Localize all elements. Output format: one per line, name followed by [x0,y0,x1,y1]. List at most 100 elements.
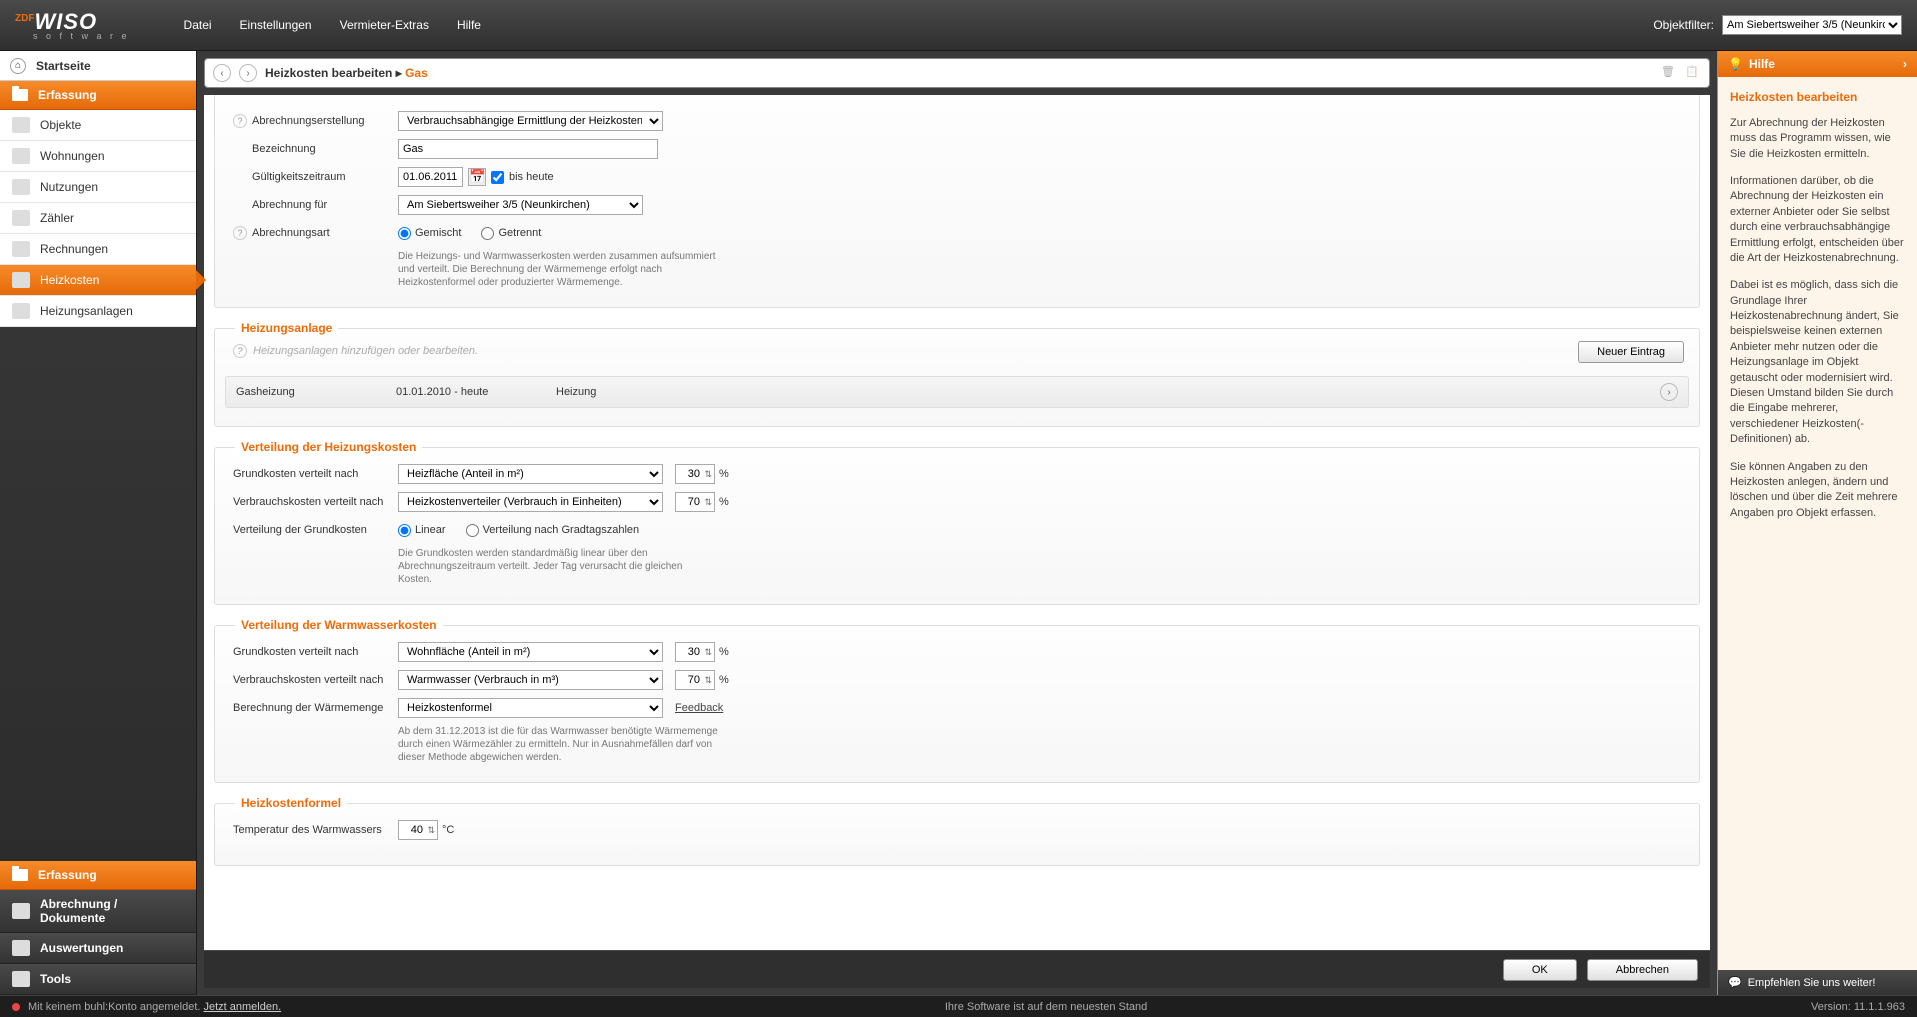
nav-forward-button[interactable]: › [239,64,257,82]
objekt-filter: Objektfilter: Am Siebertsweiher 3/5 (Neu… [1653,15,1902,35]
entry-date: 01.01.2010 - heute [396,386,556,398]
spinner-verbrauch-heiz-pct[interactable] [675,492,715,512]
help-text-warmwasser: Ab dem 31.12.2013 ist die für das Warmwa… [398,725,718,764]
breadcrumb-bar: ‹ › Heizkosten bearbeiten ▸ Gas 🗑 📋 [204,58,1710,88]
entry-arrow-icon[interactable]: › [1660,383,1678,401]
ok-button[interactable]: OK [1503,959,1577,981]
folder-icon [12,869,28,881]
sidebar-item-wohnungen[interactable]: Wohnungen [0,141,196,172]
radio-gradtag[interactable] [466,524,479,537]
menu-vermieter[interactable]: Vermieter-Extras [326,10,443,40]
radio-label-gradtag: Verteilung nach Gradtagszahlen [483,524,640,536]
help-icon[interactable]: ? [233,226,247,240]
select-verbrauch-ww[interactable]: Warmwasser (Verbrauch in m³) [398,670,663,690]
breadcrumb-sep: ▸ [396,66,405,80]
home-icon: ⌂ [10,58,26,74]
menu-einstellungen[interactable]: Einstellungen [226,10,326,40]
sidebar-item-label: Heizkosten [40,273,99,287]
sidebar-item-label: Wohnungen [40,149,105,163]
sidebar-item-rechnungen[interactable]: Rechnungen [0,234,196,265]
delete-icon[interactable]: 🗑 [1661,65,1677,81]
select-abrechnungserstellung[interactable]: Verbrauchsabhängige Ermittlung der Heizk… [398,111,663,131]
label-verbrauch: Verbrauchskosten verteilt nach [233,496,383,508]
sidebar-item-zaehler[interactable]: Zähler [0,203,196,234]
recommend-bar[interactable]: 💬 Empfehlen Sie uns weiter! [1718,970,1917,995]
status-dot-icon [12,1003,20,1011]
sidebar-item-label: Heizungsanlagen [40,304,133,318]
cancel-button[interactable]: Abbrechen [1587,959,1698,981]
sidebar-bottom-abrechnung[interactable]: Abrechnung / Dokumente [0,890,196,933]
sidebar-item-label: Zähler [40,211,74,225]
help-text-heizkosten: Die Grundkosten werden standardmäßig lin… [398,547,718,586]
menu-hilfe[interactable]: Hilfe [443,10,495,40]
label-verbrauch-ww: Verbrauchskosten verteilt nach [233,674,383,686]
spinner-grund-heiz-pct[interactable] [675,464,715,484]
folder-icon [12,89,28,101]
sidebar-item-nutzungen[interactable]: Nutzungen [0,172,196,203]
radio-getrennt[interactable] [481,227,494,240]
help-panel-header[interactable]: 💡 Hilfe › [1718,51,1917,77]
left-sidebar: ⌂ Startseite Erfassung Objekte Wohnungen… [0,51,197,995]
select-verbrauch-heiz[interactable]: Heizkostenverteiler (Verbrauch in Einhei… [398,492,663,512]
select-berechnung[interactable]: Heizkostenformel [398,698,663,718]
sidebar-bottom-auswertungen[interactable]: Auswertungen [0,933,196,964]
help-icon[interactable]: ? [233,114,247,128]
menu-bar: Datei Einstellungen Vermieter-Extras Hil… [170,10,495,40]
spinner-grund-ww-pct[interactable] [675,642,715,662]
spinner-verbrauch-ww-pct[interactable] [675,670,715,690]
content-area[interactable]: ?Abrechnungserstellung Verbrauchsabhängi… [204,95,1710,950]
copy-icon[interactable]: 📋 [1685,65,1701,81]
sidebar-bottom-tools[interactable]: Tools [0,964,196,995]
sidebar-bottom-label: Tools [40,972,71,986]
nutzungen-icon [12,179,30,195]
sidebar-item-heizungsanlagen[interactable]: Heizungsanlagen [0,296,196,327]
sidebar-home-label: Startseite [36,59,91,73]
sidebar-bottom-label: Auswertungen [40,941,123,955]
sidebar-bottom-label: Abrechnung / Dokumente [40,897,184,925]
unit-pct: % [719,496,729,508]
section-warmwasser: Verteilung der Warmwasserkosten Grundkos… [214,625,1700,783]
new-entry-button[interactable]: Neuer Eintrag [1578,341,1684,363]
calendar-button[interactable]: 📅 [468,168,486,186]
sidebar-item-objekte[interactable]: Objekte [0,110,196,141]
status-bar: Mit keinem buhl:Konto angemeldet. Jetzt … [0,995,1917,1017]
status-login-link[interactable]: Jetzt anmelden. [204,1001,282,1013]
select-grundkosten-ww[interactable]: Wohnfläche (Anteil in m²) [398,642,663,662]
sidebar-home[interactable]: ⌂ Startseite [0,51,196,81]
help-content-title: Heizkosten bearbeiten [1730,89,1905,106]
select-grundkosten-heiz[interactable]: Heizfläche (Anteil in m²) [398,464,663,484]
nav-back-button[interactable]: ‹ [213,64,231,82]
sidebar-bottom-erfassung[interactable]: Erfassung [0,861,196,890]
help-paragraph: Dabei ist es möglich, dass sich die Grun… [1730,278,1905,447]
objekt-filter-label: Objektfilter: [1653,18,1714,32]
heizkosten-icon [12,272,30,288]
feedback-link[interactable]: Feedback [675,702,723,714]
input-bezeichnung[interactable] [398,139,658,159]
spinner-temperatur[interactable] [398,820,438,840]
radio-linear[interactable] [398,524,411,537]
objekt-filter-select[interactable]: Am Siebertsweiher 3/5 (Neunkirchen) [1722,15,1902,35]
radio-label-linear: Linear [415,524,446,536]
heizanlage-entry-row[interactable]: Gasheizung 01.01.2010 - heute Heizung › [225,376,1689,408]
section-formel: Heizkostenformel Temperatur des Warmwass… [214,803,1700,866]
radio-label-getrennt: Getrennt [498,227,541,239]
label-bis-heute: bis heute [509,171,554,183]
section-heizungsanlage: Heizungsanlage ? Heizungsanlagen hinzufü… [214,328,1700,427]
section-title: Verteilung der Heizungskosten [235,440,422,454]
label-temperatur: Temperatur des Warmwassers [233,824,382,836]
sidebar-section-erfassung[interactable]: Erfassung [0,81,196,110]
zaehler-icon [12,210,30,226]
status-center-text: Ihre Software ist auf dem neuesten Stand [281,1001,1811,1013]
input-date-from[interactable] [398,167,463,187]
checkbox-bis-heute[interactable] [491,171,504,184]
select-abrechnung-fuer[interactable]: Am Siebertsweiher 3/5 (Neunkirchen) [398,195,643,215]
help-icon[interactable]: ? [233,344,247,358]
auswertungen-icon [12,940,30,956]
sidebar-item-heizkosten[interactable]: Heizkosten [0,265,196,296]
menu-datei[interactable]: Datei [170,10,226,40]
entry-type: Heizung [556,386,1660,398]
speech-bubble-icon: 💬 [1728,976,1742,989]
radio-gemischt[interactable] [398,227,411,240]
label-grundkosten: Grundkosten verteilt nach [233,468,358,480]
help-body[interactable]: Heizkosten bearbeiten Zur Abrechnung der… [1718,77,1917,970]
